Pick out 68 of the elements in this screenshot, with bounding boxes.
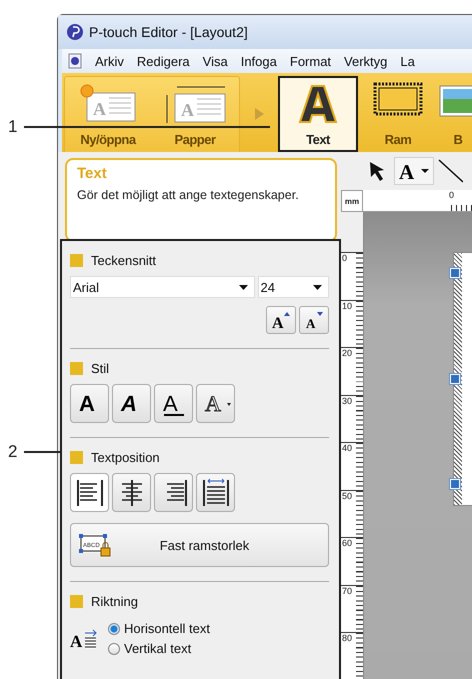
style-button[interactable]: A — [154, 384, 193, 423]
direction-radio[interactable]: Horisontell text — [108, 621, 210, 636]
align-left-icon — [74, 478, 104, 508]
callout-number: 2 — [8, 442, 18, 462]
bold-icon: A — [74, 390, 104, 416]
horizontal-ruler: 0 — [363, 190, 472, 212]
menu-item[interactable]: Arkiv — [95, 54, 124, 68]
section-marker-icon — [70, 254, 83, 267]
style-button[interactable]: A — [196, 384, 235, 423]
resize-handle[interactable] — [450, 268, 460, 278]
style-button[interactable]: A — [70, 384, 109, 423]
ruler-label: 10 — [341, 300, 363, 347]
ribbon-button[interactable]: B — [438, 76, 472, 152]
app-logo-icon — [66, 23, 84, 41]
caret-icon — [238, 284, 248, 290]
italic-icon: A — [116, 390, 146, 416]
frame-icon — [373, 82, 423, 116]
menu-item[interactable]: Redigera — [136, 54, 190, 68]
callout-number: 1 — [8, 117, 18, 137]
line-tool-icon[interactable] — [437, 158, 463, 184]
ribbon-button[interactable]: A Ny/öppna — [65, 77, 151, 152]
section-heading: Teckensnitt — [91, 253, 156, 268]
section-marker-icon — [70, 451, 83, 464]
ruler-label: 70 — [341, 584, 363, 632]
section-marker-icon — [70, 362, 83, 375]
text-tool[interactable]: A — [394, 156, 434, 184]
letter-a-icon — [298, 82, 338, 124]
ruler-label: 40 — [341, 442, 363, 490]
caret-icon — [419, 166, 431, 174]
section-heading: Stil — [91, 361, 110, 376]
expand-arrow-icon — [254, 108, 264, 120]
font-dropdown[interactable]: Arial — [70, 276, 255, 298]
menu-item[interactable]: Verktyg — [344, 54, 388, 68]
caret-icon — [313, 284, 322, 290]
ribbon-button[interactable]: A Papper — [151, 77, 239, 152]
letter-a-icon: A — [397, 160, 419, 182]
document-icon — [68, 53, 82, 69]
menu-item[interactable]: Infoga — [240, 54, 277, 68]
ruler-label: 60 — [341, 537, 363, 584]
resize-handle[interactable] — [450, 479, 460, 489]
grow-font-button[interactable]: A — [266, 306, 296, 334]
size-dropdown[interactable]: 24 — [258, 276, 329, 298]
ruler-unit: mm — [341, 190, 363, 212]
justify-icon — [200, 478, 230, 508]
ruler-label: 20 — [341, 347, 363, 394]
window-title: P-touch Editor - [Layout2] — [89, 24, 248, 40]
menu-item[interactable]: Format — [290, 54, 332, 68]
alignment-button[interactable] — [112, 473, 151, 512]
alignment-button[interactable] — [154, 473, 193, 512]
alignment-button[interactable] — [70, 473, 109, 512]
shrink-font-button[interactable]: A — [299, 306, 329, 334]
info-description: Gör det möjligt att ange textegenskaper. — [77, 188, 300, 202]
info-title: Text — [77, 165, 108, 182]
ruler-label: 80 — [341, 632, 363, 679]
direction-radio[interactable]: Vertikal text — [108, 641, 210, 656]
alignment-button[interactable] — [196, 473, 235, 512]
ruler-label: 0 — [341, 252, 363, 300]
menu-item[interactable]: La — [400, 54, 415, 68]
style-button[interactable]: A — [112, 384, 151, 423]
section-heading: Riktning — [91, 594, 138, 609]
section-marker-icon — [70, 595, 83, 608]
ribbon-button[interactable]: Ram — [358, 76, 438, 152]
section-heading: Textposition — [91, 450, 160, 465]
ribbon-button[interactable]: Text — [278, 76, 358, 152]
ruler-label: 50 — [341, 490, 363, 537]
ruler-label: 30 — [341, 394, 363, 442]
resize-handle[interactable] — [450, 374, 460, 384]
menu-item[interactable]: Visa — [202, 54, 228, 68]
